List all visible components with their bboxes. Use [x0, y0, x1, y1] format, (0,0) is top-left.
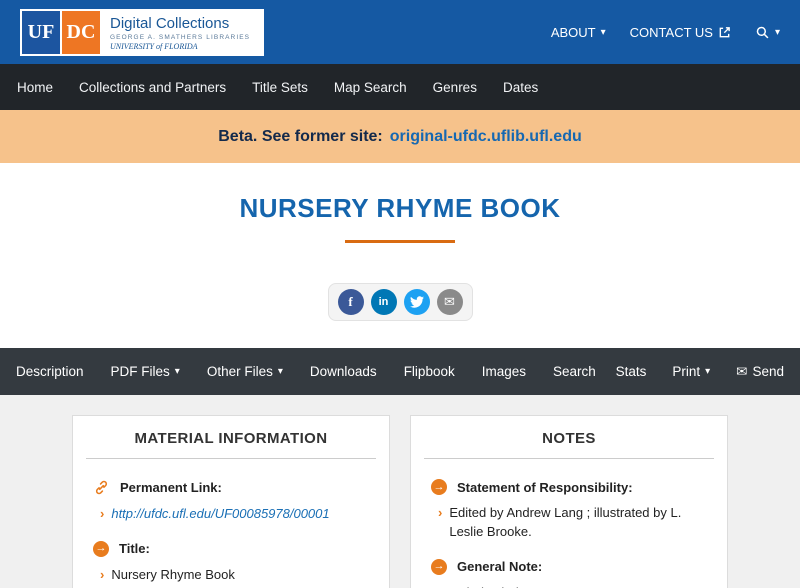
contact-us-label: CONTACT US — [629, 24, 713, 40]
item-header: NURSERY RHYME BOOK f in ✉ — [0, 163, 800, 348]
chevron-down-icon: ▾ — [600, 26, 606, 38]
nav-item-dates[interactable]: Dates — [490, 80, 551, 95]
send-button[interactable]: ✉ Send — [736, 364, 784, 380]
chevron-right-icon: › — [438, 505, 443, 520]
header: UF DC Digital Collections GEORGE A. SMAT… — [0, 0, 800, 64]
tab-downloads[interactable]: Downloads — [310, 364, 377, 379]
title-text: Nursery Rhyme Book — [111, 566, 235, 582]
statement-label: Statement of Responsibility: — [457, 479, 633, 495]
arrow-circle-icon: → — [431, 558, 447, 575]
logo-subtitle-university: UNIVERSITY of FLORIDA — [110, 41, 198, 51]
arrow-circle-icon: → — [431, 479, 447, 495]
notes-body: → Statement of Responsibility: › Edited … — [411, 459, 727, 588]
linkedin-share-button[interactable]: in — [370, 289, 397, 315]
chevron-right-icon: › — [100, 566, 105, 582]
logo-text: Digital Collections GEORGE A. SMATHERS L… — [100, 10, 263, 54]
material-information-body: Permanent Link: › http://ufdc.ufl.edu/UF… — [73, 459, 389, 585]
item-toolbar: Description PDF Files ▾ Other Files ▾ Do… — [0, 348, 800, 395]
title-underline — [345, 240, 455, 243]
title-field: → Title: — [93, 540, 369, 557]
former-site-link[interactable]: original-ufdc.uflib.ufl.edu — [390, 128, 582, 146]
arrow-circle-icon: → — [93, 540, 109, 557]
general-note-text: Includes index. — [449, 584, 536, 588]
content-area: MATERIAL INFORMATION Permanent Link: › h… — [0, 395, 800, 588]
general-note-label: General Note: — [457, 559, 543, 575]
dc-logo-tile: DC — [62, 10, 100, 54]
toolbar-right: Stats Print ▾ ✉ Send — [616, 364, 784, 380]
nav-item-title-sets[interactable]: Title Sets — [239, 80, 321, 95]
chevron-down-icon: ▾ — [705, 366, 711, 377]
uf-logo-tile: UF — [22, 10, 60, 54]
permanent-link-url[interactable]: http://ufdc.ufl.edu/UF00085978/00001 — [111, 505, 329, 524]
envelope-icon: ✉ — [736, 363, 748, 379]
material-information-card: MATERIAL INFORMATION Permanent Link: › h… — [72, 415, 390, 588]
header-links: ABOUT ▾ CONTACT US ▾ — [551, 25, 780, 40]
statement-value: › Edited by Andrew Lang ; illustrated by… — [438, 504, 707, 542]
chevron-down-icon: ▾ — [174, 366, 180, 377]
tab-pdf-files[interactable]: PDF Files ▾ — [111, 364, 180, 379]
general-note-value: › Includes index. — [438, 584, 707, 588]
toolbar-left: Description PDF Files ▾ Other Files ▾ Do… — [16, 364, 596, 379]
search-menu[interactable]: ▾ — [755, 25, 780, 40]
external-link-icon — [718, 26, 731, 39]
nav-item-collections-and-partners[interactable]: Collections and Partners — [66, 80, 239, 95]
tab-flipbook[interactable]: Flipbook — [404, 364, 455, 379]
chevron-down-icon: ▾ — [277, 366, 283, 377]
chevron-down-icon: ▾ — [774, 26, 780, 38]
tab-search[interactable]: Search — [553, 364, 596, 379]
title-value: › Nursery Rhyme Book — [100, 566, 369, 585]
chevron-right-icon: › — [438, 584, 442, 588]
link-icon — [93, 479, 110, 496]
search-icon — [755, 25, 770, 40]
nav-item-home[interactable]: Home — [4, 80, 66, 95]
title-label: Title: — [119, 541, 150, 557]
share-bar: f in ✉ — [327, 283, 473, 321]
logo-subtitle-libraries: GEORGE A. SMATHERS LIBRARIES — [110, 33, 251, 41]
beta-banner: Beta. See former site: original-ufdc.ufl… — [0, 110, 800, 163]
stats-button[interactable]: Stats — [616, 364, 647, 379]
twitter-share-button[interactable] — [403, 289, 430, 315]
beta-banner-text: Beta. See former site: — [218, 127, 383, 145]
about-label: ABOUT — [550, 24, 596, 40]
nav-item-genres[interactable]: Genres — [420, 80, 490, 95]
nav-item-map-search[interactable]: Map Search — [321, 80, 420, 95]
facebook-share-button[interactable]: f — [337, 289, 364, 315]
permanent-link-label: Permanent Link: — [120, 480, 222, 495]
statement-text: Edited by Andrew Lang ; illustrated by L… — [449, 505, 682, 539]
page-title: NURSERY RHYME BOOK — [239, 193, 561, 223]
permanent-link-field: Permanent Link: — [93, 479, 369, 496]
material-information-title: MATERIAL INFORMATION — [134, 430, 328, 447]
general-note-field: → General Note: — [431, 558, 707, 575]
email-share-button[interactable]: ✉ — [436, 289, 463, 315]
main-nav: Home Collections and Partners Title Sets… — [0, 64, 800, 110]
ufdc-logo[interactable]: UF DC Digital Collections GEORGE A. SMAT… — [20, 8, 265, 56]
print-menu[interactable]: Print ▾ — [672, 364, 710, 379]
notes-card: NOTES → Statement of Responsibility: › E… — [410, 415, 728, 588]
tab-other-files[interactable]: Other Files ▾ — [207, 364, 283, 379]
chevron-right-icon: › — [100, 506, 105, 521]
tab-images[interactable]: Images — [482, 364, 526, 379]
about-menu[interactable]: ABOUT ▾ — [551, 25, 606, 40]
logo-title: Digital Collections — [110, 14, 230, 32]
statement-field: → Statement of Responsibility: — [431, 479, 707, 495]
notes-title: NOTES — [542, 430, 596, 447]
contact-us-link[interactable]: CONTACT US — [630, 25, 731, 40]
tab-description[interactable]: Description — [16, 364, 84, 379]
permanent-link-value: › http://ufdc.ufl.edu/UF00085978/00001 — [100, 505, 369, 524]
